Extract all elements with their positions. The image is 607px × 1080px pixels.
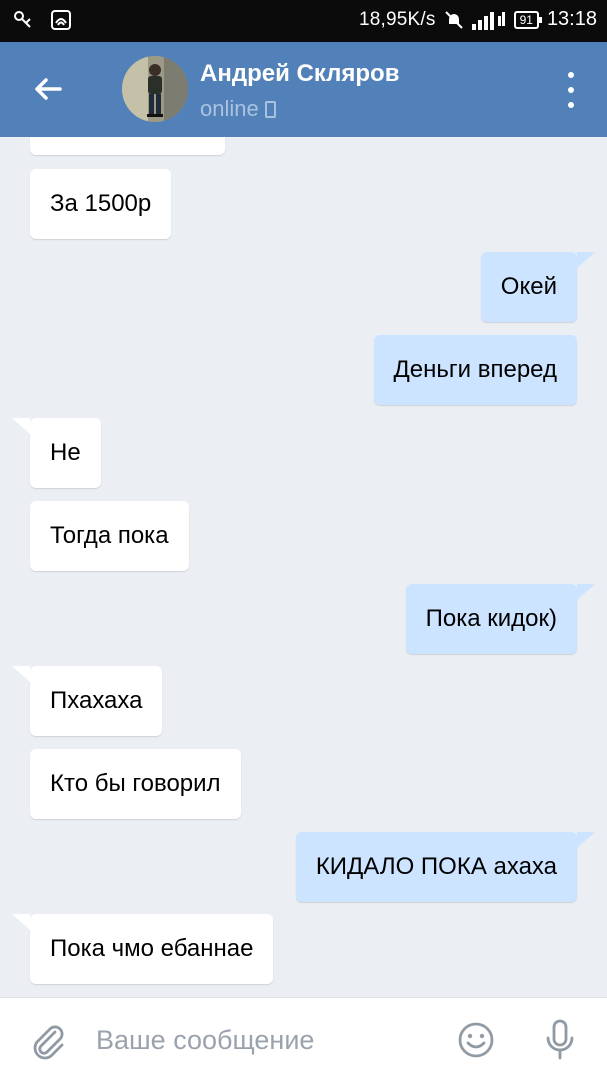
arrow-left-icon xyxy=(35,78,62,100)
emoji-button[interactable] xyxy=(456,1020,496,1060)
network-speed: 18,95K/s xyxy=(358,8,436,30)
presence-status: online xyxy=(200,96,276,122)
message-bubble[interactable]: Окей xyxy=(480,252,596,322)
message-bubble[interactable]: Кто бы говорил xyxy=(30,749,241,819)
signal-icon xyxy=(471,11,505,30)
attach-button[interactable] xyxy=(28,1020,68,1060)
status-bar: 18,95K/s 91 13:18 xyxy=(0,0,607,42)
status-left-icons xyxy=(12,9,72,31)
paperclip-icon xyxy=(33,1025,64,1060)
message-bubble-partial[interactable] xyxy=(30,137,225,155)
more-options-button[interactable] xyxy=(559,72,583,108)
more-vertical-icon xyxy=(568,72,574,78)
message-bubble[interactable]: Деньги вперед xyxy=(373,335,577,405)
avatar[interactable] xyxy=(122,56,188,122)
message-input[interactable] xyxy=(96,1016,426,1064)
battery-icon: 91 xyxy=(513,10,543,29)
presence-text: online xyxy=(200,96,259,121)
back-button[interactable] xyxy=(28,69,68,109)
clock: 13:18 xyxy=(546,8,597,30)
gallery-icon xyxy=(51,10,71,30)
mobile-device-icon xyxy=(264,100,276,118)
chat-header: Андрей Скляров online xyxy=(0,42,607,137)
contact-name: Андрей Скляров xyxy=(200,60,400,87)
usb-debug-icon xyxy=(14,11,31,28)
message-bubble[interactable]: Пока кидок) xyxy=(405,584,596,654)
status-right: 18,95K/s 91 13:18 xyxy=(359,8,597,31)
message-bubble[interactable]: Пока чмо ебаннае xyxy=(11,914,274,984)
message-bubble[interactable]: КИДАЛО ПОКА ахаха xyxy=(295,832,596,902)
microphone-icon xyxy=(546,1019,574,1060)
message-bubble[interactable]: Пхахаха xyxy=(11,666,163,736)
message-bubble[interactable]: Не xyxy=(12,418,101,488)
message-composer xyxy=(0,997,607,1080)
voice-message-button[interactable] xyxy=(540,1018,580,1062)
battery-level: 91 xyxy=(519,12,533,27)
message-bubble[interactable]: Тогда пока xyxy=(30,501,189,571)
message-list[interactable]: За 1500р Окей Деньги вперед Не Тогда пок… xyxy=(0,137,607,997)
smiley-icon xyxy=(458,1022,494,1058)
mute-bell-icon xyxy=(444,10,463,29)
message-bubble[interactable]: За 1500р xyxy=(30,169,172,239)
